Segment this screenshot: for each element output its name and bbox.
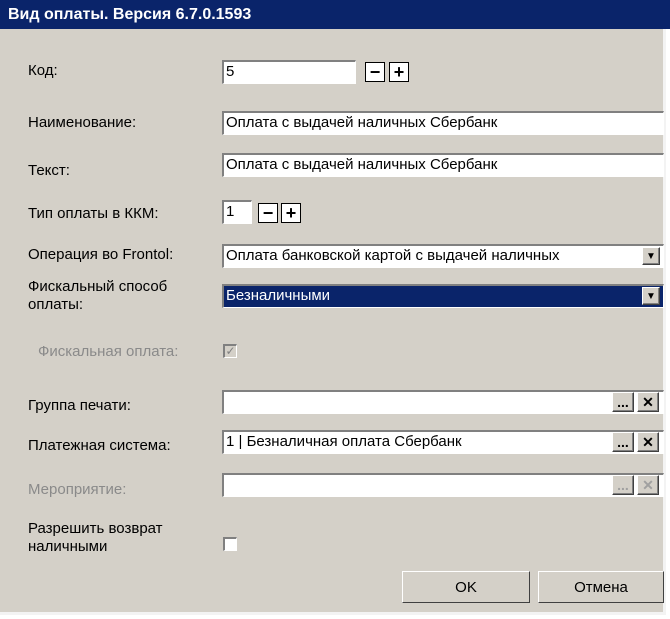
fiscal-payment-label: Фискальная оплата: [38, 343, 179, 360]
ok-button[interactable]: OK [402, 571, 530, 603]
payment-system-label: Платежная система: [28, 437, 171, 454]
print-group-clear-icon[interactable]: ✕ [637, 392, 659, 412]
text-field[interactable]: Оплата с выдачей наличных Сбербанк [222, 153, 664, 177]
fiscal-payment-checkbox[interactable]: ✓ [223, 344, 237, 358]
name-label: Наименование: [28, 114, 137, 131]
frontol-operation-dropdown-icon[interactable]: ▼ [642, 247, 660, 265]
frontol-operation-label: Операция во Frontol: [28, 246, 174, 263]
kkm-type-label: Тип оплаты в ККМ: [28, 205, 159, 222]
allow-cash-return-label: Разрешить возврат наличными [28, 520, 163, 555]
kkm-type-field[interactable]: 1 [222, 200, 252, 224]
code-label: Код: [28, 62, 58, 79]
payment-system-clear-icon[interactable]: ✕ [637, 432, 659, 452]
event-label: Мероприятие: [28, 481, 127, 498]
payment-system-field[interactable]: 1 | Безналичная оплата Сбербанк [222, 430, 664, 454]
kkm-type-decrement-button[interactable]: − [258, 203, 278, 223]
kkm-type-increment-button[interactable]: + [281, 203, 301, 223]
event-field [222, 473, 664, 497]
allow-cash-return-checkbox[interactable] [223, 537, 237, 551]
event-clear-icon: ✕ [637, 475, 659, 495]
code-decrement-button[interactable]: − [365, 62, 385, 82]
fiscal-method-select[interactable]: Безналичными [222, 284, 664, 308]
text-label: Текст: [28, 162, 70, 179]
dialog-window: Вид оплаты. Версия 6.7.0.1593 Код: 5 − +… [0, 0, 670, 615]
payment-system-browse-button[interactable]: ... [612, 432, 634, 452]
fiscal-method-dropdown-icon[interactable]: ▼ [642, 287, 660, 305]
window-title: Вид оплаты. Версия 6.7.0.1593 [0, 0, 670, 29]
cancel-button[interactable]: Отмена [538, 571, 664, 603]
fiscal-method-label: Фискальный способ оплаты: [28, 278, 168, 313]
event-browse-button: ... [612, 475, 634, 495]
code-increment-button[interactable]: + [389, 62, 409, 82]
frontol-operation-select[interactable]: Оплата банковской картой с выдачей налич… [222, 244, 664, 268]
print-group-label: Группа печати: [28, 397, 131, 414]
print-group-browse-button[interactable]: ... [612, 392, 634, 412]
print-group-field[interactable] [222, 390, 664, 414]
code-field[interactable]: 5 [222, 60, 356, 84]
name-field[interactable]: Оплата с выдачей наличных Сбербанк [222, 111, 664, 135]
